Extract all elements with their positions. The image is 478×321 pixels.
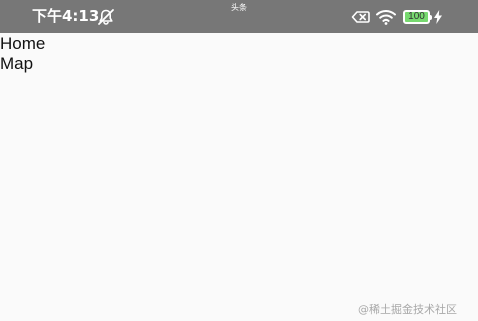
battery-indicator: 100 [403, 10, 432, 24]
home-link[interactable]: Home [0, 34, 45, 54]
charging-bolt-icon [434, 10, 442, 24]
battery-x-icon [351, 11, 370, 23]
map-link[interactable]: Map [0, 54, 45, 74]
navigation-links: Home Map [0, 34, 45, 74]
watermark: @稀土掘金技术社区 [358, 303, 457, 316]
status-bar: 下午4:13 头条 100 [0, 0, 478, 33]
battery-level: 100 [408, 11, 425, 22]
wifi-icon [376, 9, 396, 25]
